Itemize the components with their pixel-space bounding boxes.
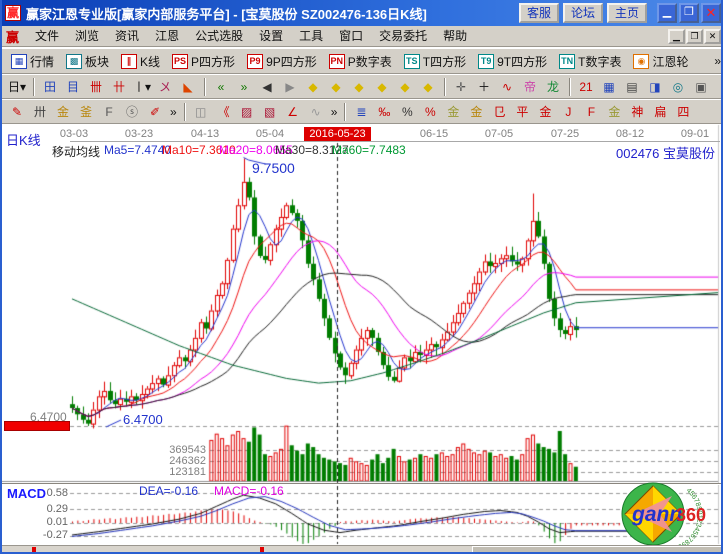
- date-tick-07-05: 07-05: [485, 128, 513, 140]
- date-tick-07-25: 07-25: [551, 128, 579, 140]
- app-window: 赢 赢家江恩专业版[赢家内部服务平台] - [宝莫股份 SZ002476-136…: [0, 0, 723, 554]
- date-tick-03-03: 03-03: [60, 128, 88, 140]
- macd-tick-2: 0.01: [28, 516, 68, 528]
- date-tick-06-15: 06-15: [420, 128, 448, 140]
- date-tick-09-01: 09-01: [681, 128, 709, 140]
- date-tick-03-23: 03-23: [125, 128, 153, 140]
- peak-price-annotation: 9.7500: [252, 160, 295, 176]
- macd-tick-0: 0.58: [28, 487, 68, 499]
- stock-label: 002476 宝莫股份: [616, 143, 715, 162]
- ma-legend-0: Ma5=7.4740: [104, 143, 171, 157]
- date-tick-08-12: 08-12: [616, 128, 644, 140]
- header-divider: [70, 141, 720, 142]
- pane-divider: [2, 483, 723, 485]
- period-label: 日K线: [6, 130, 41, 149]
- dea-value-label: DEA=-0.16: [139, 484, 198, 498]
- selected-date-badge[interactable]: 2016-05-23: [304, 127, 371, 141]
- lowest-price-marker: [4, 421, 70, 431]
- volume-tick-2: 123181: [102, 466, 206, 478]
- logo-gann-text: gann: [631, 503, 682, 526]
- logo-360-text: 360: [676, 505, 706, 525]
- macd-tick-3: -0.27: [28, 529, 68, 541]
- ma-title: 移动均线: [52, 143, 100, 160]
- ma-legend-4: Ma60=7.7483: [332, 143, 406, 157]
- macd-tick-1: 0.29: [28, 503, 68, 515]
- gann360-logo: 4567890123456789012345678901234567890 ga…: [620, 480, 712, 548]
- date-tick-04-13: 04-13: [191, 128, 219, 140]
- date-tick-05-04: 05-04: [256, 128, 284, 140]
- macd-value-label: MACD=-0.16: [214, 484, 284, 498]
- low-price-annotation: 6.4700: [123, 412, 163, 427]
